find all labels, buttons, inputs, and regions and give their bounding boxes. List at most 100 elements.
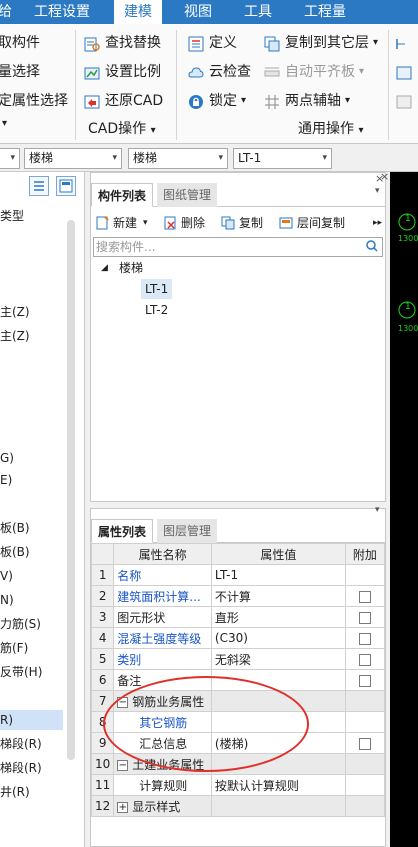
tree-collapse-icon[interactable]: ◢ [101, 263, 108, 273]
delete-button[interactable]: 删除 [163, 213, 205, 233]
more-button[interactable]: ▸▸ [373, 213, 382, 233]
expand-icon[interactable]: + [117, 801, 129, 813]
property-value[interactable] [210, 753, 346, 775]
sidebar-item[interactable]: 梯段(R) [0, 758, 42, 778]
property-row[interactable]: 12 + 显示样式 [90, 795, 386, 817]
set-scale-button[interactable]: 设置比例 [84, 59, 161, 85]
property-row[interactable]: 7− 钢筋业务属性 [90, 690, 386, 712]
component-select[interactable]: LT-1 ▾ [233, 148, 332, 169]
property-value[interactable]: (C30) [210, 627, 346, 649]
tree-node-lt2[interactable]: LT-2 [145, 303, 168, 317]
property-value[interactable]: LT-1 [210, 564, 346, 586]
collapse-icon[interactable]: − [117, 696, 129, 708]
menu-item-view[interactable]: 视图 [184, 0, 212, 24]
type-select[interactable]: 楼梯 ▾ [128, 148, 228, 169]
property-value[interactable]: 不计算 [210, 585, 346, 607]
pick-component-button[interactable]: 取构件 [0, 30, 40, 56]
sidebar-item[interactable]: 井(R) [0, 782, 30, 802]
tree-node-stairs[interactable]: 楼梯 [119, 259, 143, 276]
copy-between-floors-button[interactable]: 层间复制 [279, 213, 345, 233]
property-value[interactable] [210, 690, 346, 712]
tab-layer-management[interactable]: 图层管理 [157, 519, 218, 543]
menu-item-quantity[interactable]: 工程量 [304, 0, 346, 24]
lock-button[interactable]: 锁定 ▾ [188, 88, 246, 114]
batch-select-button[interactable]: 量选择 [0, 59, 40, 85]
list-view-button[interactable] [29, 176, 49, 196]
tab-drawing-management[interactable]: 图纸管理 [157, 183, 218, 207]
chevron-down-icon[interactable]: ▾ [373, 30, 378, 56]
property-value[interactable]: (楼梯) [210, 732, 346, 754]
property-row[interactable]: 1 名称 LT-1 [90, 564, 386, 586]
sidebar-item[interactable]: G) [0, 448, 14, 468]
property-row[interactable]: 11 计算规则 按默认计算规则 [90, 774, 386, 796]
sidebar-item[interactable]: E) [0, 470, 12, 490]
cloud-check-button[interactable]: 云检查 [188, 59, 251, 85]
property-value[interactable] [210, 711, 346, 733]
menu-item-partial[interactable]: 给 [0, 0, 12, 24]
sidebar-item[interactable]: 类型 [0, 206, 24, 226]
copy-to-other-floor-button[interactable]: 复制到其它层 ▾ [264, 30, 378, 56]
menu-item-modeling[interactable]: 建模 [114, 0, 162, 24]
property-row[interactable]: 2 建筑面积计算... 不计算 [90, 585, 386, 607]
image-button-partial[interactable] [396, 59, 417, 85]
property-value[interactable]: 按默认计算规则 [210, 774, 346, 796]
tree-node-lt1[interactable]: LT-1 [141, 279, 173, 299]
chevron-down-icon[interactable]: ▾ [345, 88, 350, 114]
sidebar-item[interactable]: 反带(H) [0, 662, 42, 682]
property-row[interactable]: 3 图元形状 直形 [90, 606, 386, 628]
sidebar-item[interactable]: 梯段(R) [0, 734, 42, 754]
menu-item-tools[interactable]: 工具 [244, 0, 272, 24]
new-button[interactable]: 新建 ▾ [95, 213, 148, 233]
sidebar-item[interactable]: N) [0, 590, 14, 610]
sidebar-scrollbar[interactable] [67, 220, 75, 760]
floor-select[interactable]: 楼梯 ▾ [24, 148, 122, 169]
close-icon[interactable]: × [380, 170, 389, 183]
property-row[interactable]: 6 备注 [90, 669, 386, 691]
sidebar-item[interactable]: 主(Z) [0, 302, 30, 322]
checkbox[interactable] [358, 611, 371, 624]
auto-align-slab-button[interactable]: 自动平齐板 ▾ [264, 59, 364, 85]
chevron-down-icon[interactable]: ▾ [359, 59, 364, 85]
search-icon[interactable] [366, 239, 378, 258]
sidebar-item[interactable]: 力筋(S) [0, 614, 41, 634]
tab-component-list[interactable]: 构件列表 [91, 183, 154, 207]
chevron-down-icon[interactable]: ▾ [241, 88, 246, 114]
checkbox[interactable] [358, 674, 371, 687]
sidebar-item[interactable]: 筋(F) [0, 638, 28, 658]
property-row[interactable]: 8 其它钢筋 [90, 711, 386, 733]
property-value[interactable]: 直形 [210, 606, 346, 628]
checkbox[interactable] [358, 632, 371, 645]
sidebar-item-selected[interactable]: R) [0, 710, 63, 730]
sidebar-item[interactable]: 板(B) [0, 542, 30, 562]
collapse-icon[interactable]: − [117, 759, 129, 771]
property-row[interactable]: 10− 土建业务属性 [90, 753, 386, 775]
sidebar-item[interactable]: 主(Z) [0, 326, 30, 346]
tab-property-list[interactable]: 属性列表 [91, 519, 154, 543]
checkbox[interactable] [358, 590, 371, 603]
sidebar-item[interactable]: V) [0, 566, 13, 586]
group-arrow-partial[interactable]: ▾ [2, 118, 7, 129]
cad-operations-group-label[interactable]: CAD操作 ▾ [88, 118, 156, 138]
copy-button[interactable]: 复制 [221, 213, 263, 233]
property-row[interactable]: 9 汇总信息 (楼梯) [90, 732, 386, 754]
two-point-axis-button[interactable]: 两点辅轴 ▾ [264, 88, 350, 114]
find-replace-button[interactable]: 查找替换 [84, 30, 161, 56]
partial-selector[interactable]: ▾ [0, 148, 20, 169]
checkbox[interactable] [358, 737, 371, 750]
sidebar-item[interactable]: 板(B) [0, 518, 30, 538]
length-button-partial[interactable] [396, 30, 414, 56]
property-row[interactable]: 5 类别 无斜梁 [90, 648, 386, 670]
general-operations-group-label[interactable]: 通用操作 ▾ [298, 118, 363, 138]
property-value[interactable]: 无斜梁 [210, 648, 346, 670]
property-select-button[interactable]: 定属性选择 [0, 88, 68, 114]
image-button-partial-2[interactable] [396, 88, 417, 114]
property-row[interactable]: 4 混凝土强度等级 (C30) [90, 627, 386, 649]
property-value[interactable] [210, 669, 346, 691]
drawing-canvas[interactable]: 1 1300 1 1300 × [380, 170, 418, 847]
checkbox[interactable] [358, 653, 371, 666]
restore-cad-button[interactable]: 还原CAD [84, 88, 163, 114]
pin-icon[interactable]: ▾ [375, 505, 380, 515]
grid-view-button[interactable] [56, 176, 76, 196]
menu-item-project-settings[interactable]: 工程设置 [34, 0, 90, 24]
component-search-input[interactable]: 搜索构件... [93, 237, 383, 257]
